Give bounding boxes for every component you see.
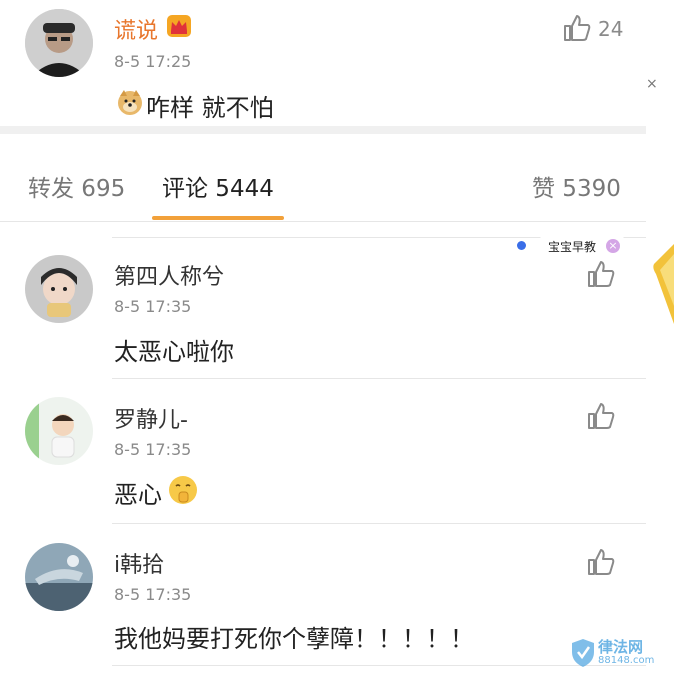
comment-content: 恶心 bbox=[114, 481, 162, 509]
ad-indicator-dot bbox=[517, 241, 526, 250]
ad-close-button[interactable]: × bbox=[606, 239, 620, 253]
divider bbox=[0, 221, 646, 222]
active-tab-indicator bbox=[152, 216, 284, 220]
doge-emoji-icon bbox=[116, 88, 144, 120]
timestamp: 8-5 17:35 bbox=[114, 440, 192, 459]
watermark: 律法网 88148.com bbox=[570, 636, 666, 670]
divider bbox=[112, 665, 646, 666]
avatar[interactable] bbox=[25, 255, 93, 323]
comment-panel: 谎说 8-5 17:25 咋样 就不怕 24 转发 695 评论 5444 赞 … bbox=[0, 0, 646, 679]
username[interactable]: i韩拾 bbox=[114, 547, 164, 579]
username[interactable]: 罗静儿- bbox=[114, 402, 188, 434]
timestamp: 8-5 17:25 bbox=[114, 52, 192, 71]
divider bbox=[112, 523, 646, 524]
comment-content: 太恶心啦你 bbox=[114, 338, 234, 366]
like-icon[interactable] bbox=[586, 259, 616, 289]
decorative-shape-icon bbox=[652, 244, 674, 328]
comment-content: 我他妈要打死你个孽障！！！！！ bbox=[114, 625, 474, 653]
watermark-text: 律法网 bbox=[598, 638, 644, 656]
username[interactable]: 谎说 bbox=[114, 13, 158, 45]
shush-emoji-icon bbox=[167, 474, 199, 510]
like-icon[interactable] bbox=[586, 547, 616, 577]
divider bbox=[0, 126, 646, 134]
like-icon[interactable] bbox=[562, 13, 592, 43]
timestamp: 8-5 17:35 bbox=[114, 585, 192, 604]
ad-label[interactable]: 宝宝早教 bbox=[548, 238, 596, 255]
crown-badge-icon bbox=[166, 14, 192, 42]
tab-likes[interactable]: 赞 5390 bbox=[532, 169, 621, 203]
divider bbox=[112, 378, 646, 379]
timestamp: 8-5 17:35 bbox=[114, 297, 192, 316]
tab-reposts[interactable]: 转发 695 bbox=[28, 169, 125, 203]
like-icon[interactable] bbox=[586, 401, 616, 431]
username[interactable]: 第四人称兮 bbox=[114, 259, 224, 291]
comment-content: 咋样 就不怕 bbox=[146, 94, 274, 122]
shield-logo-icon bbox=[570, 638, 596, 672]
avatar[interactable] bbox=[25, 397, 93, 465]
watermark-subtext: 88148.com bbox=[598, 655, 655, 666]
avatar[interactable] bbox=[25, 543, 93, 611]
tab-comments[interactable]: 评论 5444 bbox=[162, 169, 274, 203]
close-button[interactable]: × bbox=[646, 76, 658, 92]
avatar[interactable] bbox=[25, 9, 93, 77]
like-count: 24 bbox=[598, 17, 624, 41]
